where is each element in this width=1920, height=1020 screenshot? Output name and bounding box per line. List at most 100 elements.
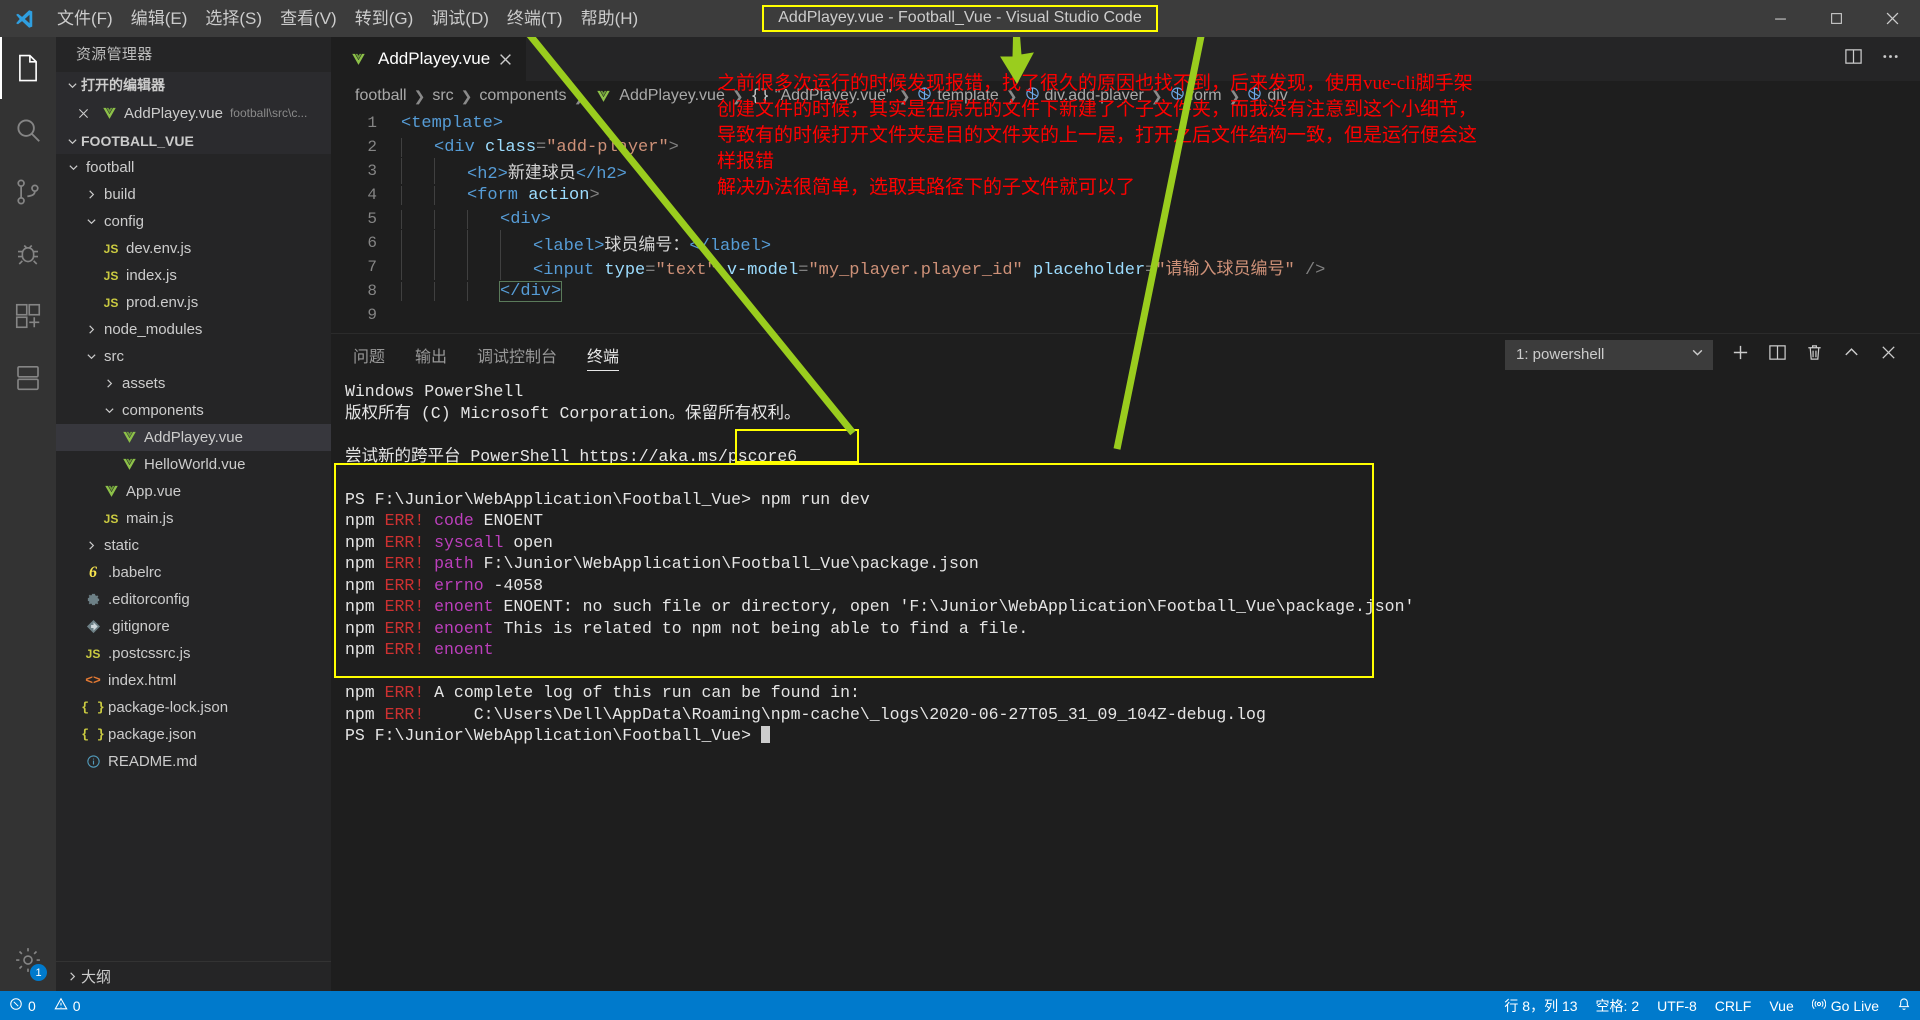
code-text: </div> [387,280,563,302]
open-editors-header[interactable]: 打开的编辑器 [56,72,331,98]
terminal-line: npm ERR! A complete log of this run can … [345,682,1920,704]
status-cursor-position[interactable]: 行 8，列 13 [1495,991,1586,1020]
outline-section-header[interactable]: 大纲 [56,961,331,991]
terminal-segment: enoent [434,597,504,616]
code-token: 新建球员 [507,165,576,184]
panel-tab-debug-console[interactable]: 调试控制台 [477,334,557,375]
tree-item-build[interactable]: build [56,181,331,208]
split-terminal-icon[interactable] [1768,343,1787,367]
open-editor-item[interactable]: AddPlayey.vue football\src\c... [56,98,331,128]
menu-file[interactable]: 文件(F) [48,0,122,37]
tree-item-football[interactable]: football [56,154,331,181]
tab-addplayey-vue[interactable]: AddPlayey.vue [331,37,527,81]
status-notifications[interactable] [1888,991,1920,1020]
add-icon[interactable] [1731,343,1750,367]
close-icon[interactable] [78,108,98,119]
trash-icon[interactable] [1805,343,1824,367]
split-editor-icon[interactable] [1844,47,1863,71]
status-indentation[interactable]: 空格: 2 [1587,991,1649,1020]
terminal-segment: ERR! [384,597,435,616]
menu-view[interactable]: 查看(V) [271,0,346,37]
sidebar-explorer: 资源管理器 打开的编辑器 AddPlayey.vue football\src\… [56,37,331,991]
tree-item-postcssrc-js[interactable]: JS .postcssrc.js [56,640,331,667]
maximize-button[interactable] [1808,0,1864,37]
tree-item-config[interactable]: config [56,208,331,235]
panel-tab-problems[interactable]: 问题 [353,334,385,375]
more-actions-icon[interactable] [1881,47,1900,71]
breadcrumb-item-football[interactable]: football [353,87,409,105]
menu-edit[interactable]: 编辑(E) [122,0,197,37]
code-token: type [604,261,646,280]
tree-item-node-modules[interactable]: node_modules [56,316,331,343]
terminal-line: npm ERR! enoent ENOENT: no such file or … [345,596,1920,618]
code-text: <div class="add-player"> [387,137,679,157]
tree-item-package-lock-json[interactable]: { } package-lock.json [56,694,331,721]
breadcrumb-item-src[interactable]: src [430,87,455,105]
terminal-segment: 尝试新的跨平台 PowerShell https://aka.ms/pscore… [345,446,798,466]
activity-debug[interactable] [0,223,56,285]
activity-explorer[interactable] [0,37,56,99]
terminal-segment: -4058 [493,575,544,595]
tree-item-index-js[interactable]: JS index.js [56,262,331,289]
activity-settings[interactable]: 1 [0,929,56,991]
status-errors[interactable]: 0 [0,991,45,1020]
code-line: 9 [331,303,1920,327]
tree-item-gitignore[interactable]: .gitignore [56,613,331,640]
activity-search[interactable] [0,99,56,161]
status-language-mode[interactable]: Vue [1760,991,1802,1020]
menu-terminal[interactable]: 终端(T) [498,0,572,37]
tree-item-main-js[interactable]: JS main.js [56,505,331,532]
status-go-live[interactable]: Go Live [1803,991,1888,1020]
terminal-select[interactable]: 1: powershell [1505,339,1713,370]
status-warnings-count: 0 [72,997,81,1014]
minimize-button[interactable] [1752,0,1808,37]
activity-source-control[interactable] [0,161,56,223]
status-encoding[interactable]: UTF-8 [1648,991,1706,1020]
breadcrumb-label: football [355,87,407,104]
menu-help[interactable]: 帮助(H) [572,0,648,37]
error-icon [9,997,23,1014]
close-button[interactable] [1864,0,1920,37]
terminal-segment: ERR! [384,640,435,659]
terminal-output[interactable]: Windows PowerShell 版权所有 (C) Microsoft Cor… [331,375,1920,991]
editor-tab-actions [1844,37,1920,81]
tree-item-babelrc[interactable]: 6 .babelrc [56,559,331,586]
panel-tab-output[interactable]: 输出 [415,334,447,375]
tree-item-index-html[interactable]: <> index.html [56,667,331,694]
code-token: placeholder [1032,261,1146,280]
chevron-right-icon [64,971,81,982]
tree-item-components[interactable]: components [56,397,331,424]
tree-item-src[interactable]: src [56,343,331,370]
close-icon[interactable] [499,53,512,66]
tree-item-assets[interactable]: assets [56,370,331,397]
tree-item-prod-env-js[interactable]: JS prod.env.js [56,289,331,316]
tree-item-static[interactable]: static [56,532,331,559]
activity-remote[interactable] [0,347,56,409]
breadcrumb-separator: ❯ [460,87,473,104]
breadcrumb-item-addplayey-vue[interactable]: AddPlayey.vue [590,87,727,105]
tree-item-helloworld-vue[interactable]: HelloWorld.vue [56,451,331,478]
tree-item-app-vue[interactable]: App.vue [56,478,331,505]
status-eol[interactable]: CRLF [1706,991,1761,1020]
close-icon[interactable] [1879,343,1898,367]
code-token: <div> [500,209,552,229]
panel-tab-terminal[interactable]: 终端 [587,334,620,375]
status-warnings[interactable]: 0 [45,991,90,1020]
menu-debug[interactable]: 调试(D) [422,0,498,37]
line-number: 9 [367,306,377,324]
menu-go[interactable]: 转到(G) [346,0,423,37]
tree-item-editorconfig[interactable]: .editorconfig [56,586,331,613]
terminal-line: npm ERR! path F:\Junior\WebApplication\F… [345,553,1920,575]
tree-item-addplayey-vue[interactable]: AddPlayey.vue [56,424,331,451]
activity-extensions[interactable] [0,285,56,347]
project-root-header[interactable]: FOOTBALL_VUE [56,128,331,154]
tree-item-package-json[interactable]: { } package.json [56,721,331,748]
open-editor-name: AddPlayey.vue [124,104,223,122]
tree-item-readme-md[interactable]: README.md [56,748,331,775]
tree-item-label: assets [122,375,166,392]
menu-selection[interactable]: 选择(S) [196,0,271,37]
chevron-up-icon[interactable] [1842,343,1861,367]
breadcrumb-item-components[interactable]: components [477,87,568,105]
tree-item-dev-env-js[interactable]: JS dev.env.js [56,235,331,262]
